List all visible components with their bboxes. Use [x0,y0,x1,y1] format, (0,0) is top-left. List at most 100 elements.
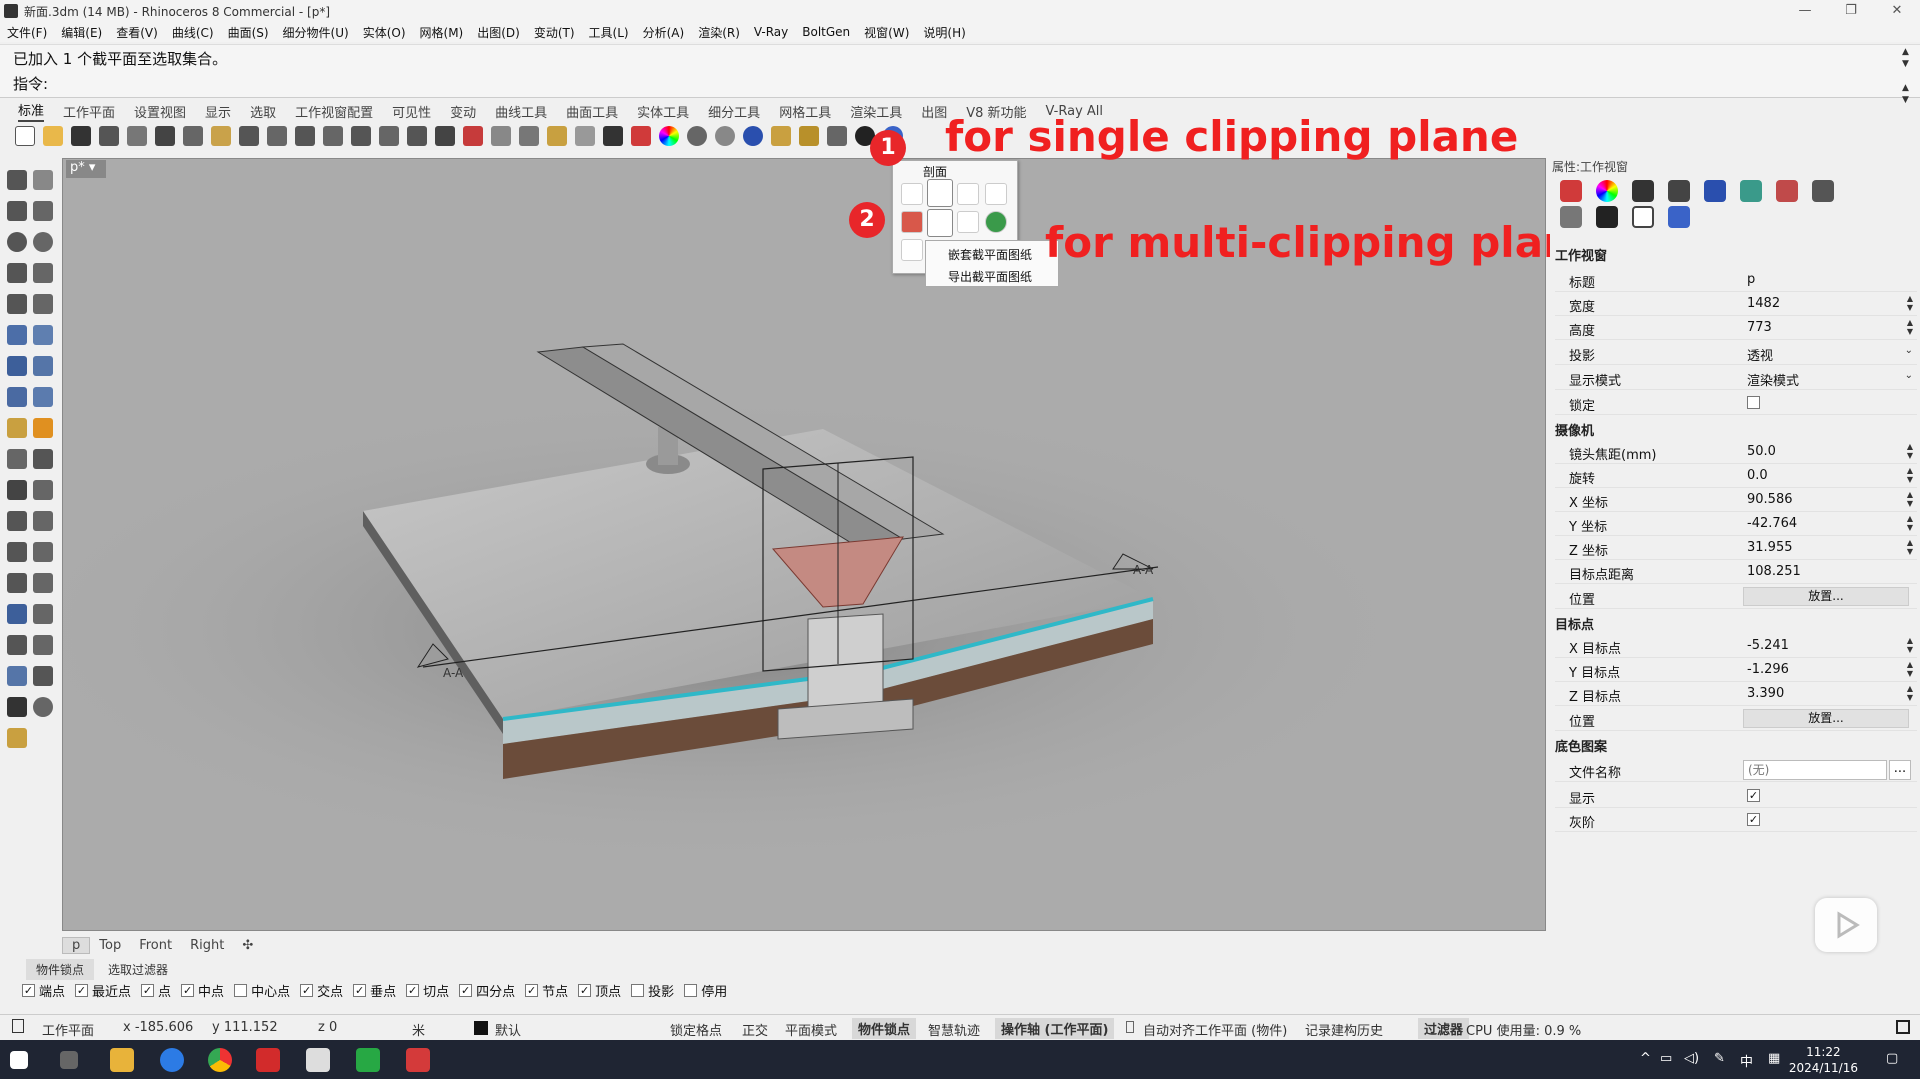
wallpaper-file-input[interactable]: (无) [1743,760,1887,780]
prop-row-rotation[interactable]: 旋转 0.0 ▲ ▼ [1555,464,1917,488]
tab-drafting[interactable]: 出图 [921,102,947,121]
tab-osnap[interactable]: 物件锁点 [26,959,95,980]
osnap-checkbox[interactable]: ✓ [300,984,314,997]
split-icon[interactable] [33,449,53,469]
prop-row-projection[interactable]: 投影 透视 ⌄ [1555,341,1917,365]
polyline-icon[interactable] [7,201,27,221]
grid-tools-icon[interactable] [827,126,847,146]
prop-row-target-distance[interactable]: 目标点距离 108.251 [1555,560,1917,584]
render-settings-tab-icon[interactable] [1812,180,1834,202]
command-scroll-arrows[interactable]: ▲ ▼ ▲ ▼ [1902,46,1914,106]
status-smarttrack[interactable]: 智慧轨迹 [928,1020,980,1039]
prop-row-camera-z[interactable]: Z 坐标 31.955 ▲ ▼ [1555,536,1917,560]
curve-fillet-icon[interactable] [7,294,27,314]
status-osnap[interactable]: 物件锁点 [852,1018,917,1039]
color-wheel-icon[interactable] [659,126,679,146]
osnap-item[interactable]: 停用 [684,981,727,1000]
tray-volume-icon[interactable]: ◁) [1684,1051,1699,1066]
show-checkbox[interactable]: ✓ [1747,789,1760,802]
array-icon[interactable] [7,573,27,593]
blend-icon[interactable] [33,511,53,531]
osnap-item[interactable]: 中心点 [234,981,290,1000]
open-folder-icon[interactable] [43,126,63,146]
file-explorer-icon[interactable] [110,1048,134,1072]
car-render-icon[interactable] [463,126,483,146]
osnap-checkbox[interactable]: ✓ [525,984,539,997]
sun-tab-icon[interactable] [1776,180,1798,202]
tab-cplanes[interactable]: 工作平面 [63,102,115,121]
status-layer[interactable]: 默认 [495,1020,521,1039]
prop-row-target-y[interactable]: Y 目标点 -1.296 ▲ ▼ [1555,658,1917,682]
menu-surface[interactable]: 曲面(S) [221,24,276,41]
osnap-item[interactable]: ✓ 中点 [181,981,224,1000]
cut-icon[interactable] [155,126,175,146]
view-tab-top[interactable]: Top [90,938,130,953]
cylinder-icon[interactable] [7,387,27,407]
scale-icon[interactable] [33,542,53,562]
tab-standard[interactable]: 标准 [18,100,45,122]
cage-edit-icon[interactable] [7,666,27,686]
menu-solid[interactable]: 实体(O) [356,24,413,41]
tray-chevron-icon[interactable]: ^ [1640,1051,1651,1066]
tab-visibility[interactable]: 可见性 [392,102,431,121]
section-tool-red-button[interactable] [901,211,923,233]
extrude-surface-icon[interactable] [33,325,53,345]
browse-button[interactable]: ... [1889,760,1911,780]
prop-row-camera-y[interactable]: Y 坐标 -42.764 ▲ ▼ [1555,512,1917,536]
lightbulb-icon[interactable] [575,126,595,146]
edge-browser-icon[interactable] [160,1048,184,1072]
light-tab-icon[interactable] [1704,180,1726,202]
status-filter[interactable]: 过滤器 [1418,1018,1470,1039]
boolean-icon[interactable] [33,356,53,376]
prop-row-display-mode[interactable]: 显示模式 渲染模式 ⌄ [1555,366,1917,390]
tab-surface-tools[interactable]: 曲面工具 [566,102,618,121]
view-tab-right[interactable]: Right [181,938,233,953]
group-icon[interactable] [7,480,27,500]
select-arrow-icon[interactable] [7,170,27,190]
tray-network-icon[interactable]: ▭ [1660,1051,1672,1066]
target-place-button[interactable]: 放置... [1743,709,1909,728]
clipping-plane-button-d[interactable] [985,183,1007,205]
transform-icon[interactable] [33,635,53,655]
status-grid-snap[interactable]: 锁定格点 [670,1020,722,1039]
menu-tools[interactable]: 工具(L) [582,24,636,41]
prop-row-lock[interactable]: 锁定 [1555,391,1917,415]
minimize-button[interactable]: — [1782,0,1828,22]
tab-subd-tools[interactable]: 细分工具 [708,102,760,121]
grid-array-icon[interactable] [7,635,27,655]
block-icon[interactable] [33,480,53,500]
zoom-icon[interactable] [323,126,343,146]
menu-file[interactable]: 文件(F) [0,24,54,41]
add-view-tab-icon[interactable]: ✣ [233,938,262,953]
pan-hand-icon[interactable] [267,126,287,146]
section-style-button[interactable] [957,211,979,233]
fillet-edge-icon[interactable] [7,511,27,531]
osnap-item[interactable]: ✓ 最近点 [75,981,131,1000]
osnap-checkbox[interactable]: ✓ [181,984,195,997]
menu-vray[interactable]: V-Ray [747,25,795,39]
menu-boltgen[interactable]: BoltGen [795,25,857,39]
tray-calendar-icon[interactable]: ▦ [1768,1051,1780,1066]
menu-mesh[interactable]: 网格(M) [413,24,471,41]
wps-icon[interactable] [256,1048,280,1072]
check-icon[interactable] [7,697,27,717]
osnap-item[interactable]: ✓ 切点 [406,981,449,1000]
menu-window[interactable]: 视窗(W) [857,24,916,41]
single-clipping-plane-button[interactable] [927,179,953,207]
section-drawing-button[interactable] [901,239,923,261]
osnap-item[interactable]: ✓ 顶点 [578,981,621,1000]
paste-icon[interactable] [211,126,231,146]
status-toggle-panel-icon[interactable] [1896,1020,1910,1034]
tray-ime[interactable]: 中 [1740,1051,1753,1070]
analyze-icon[interactable] [33,697,53,717]
lock-icon[interactable] [603,126,623,146]
osnap-checkbox[interactable]: ✓ [578,984,592,997]
trim-icon[interactable] [7,449,27,469]
new-file-icon[interactable] [15,126,35,146]
select-icon[interactable] [519,126,539,146]
taskbar-clock[interactable]: 11:22 2024/11/16 [1789,1044,1858,1076]
view-tab-front[interactable]: Front [130,938,181,953]
explode-icon[interactable] [33,418,53,438]
camtasia-red-icon[interactable] [406,1048,430,1072]
rocket-tab-icon[interactable] [1668,206,1690,228]
